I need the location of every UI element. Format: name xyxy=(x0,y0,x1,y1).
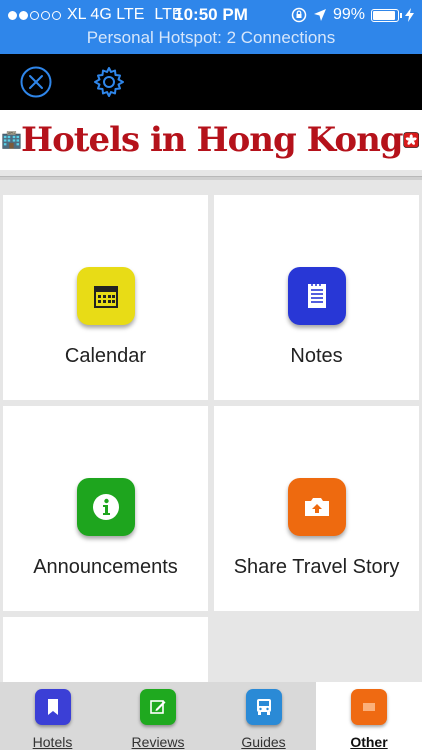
tab-label: Hotels xyxy=(32,734,73,750)
tab-guides[interactable]: Guides xyxy=(211,682,316,750)
tab-hotels[interactable]: Hotels xyxy=(0,682,105,750)
tab-other[interactable]: Other xyxy=(316,682,422,750)
tile-share-travel-story[interactable]: Share Travel Story xyxy=(214,406,419,611)
gear-icon xyxy=(94,67,124,97)
tile-label: Notes xyxy=(290,345,343,367)
tile-label: Announcements xyxy=(33,556,178,578)
tile-calendar[interactable]: Calendar xyxy=(3,195,208,400)
tile-empty xyxy=(3,617,208,683)
other-icon xyxy=(351,689,387,725)
app-banner: HOTEL Hotels in Hong Kong xyxy=(0,110,422,170)
settings-button[interactable] xyxy=(92,65,126,99)
rotation-lock-icon xyxy=(291,7,307,23)
calendar-icon xyxy=(76,267,135,325)
bottom-tab-bar: Hotels Reviews Guides Other xyxy=(0,682,422,750)
edit-icon xyxy=(140,689,176,725)
close-button[interactable] xyxy=(19,65,53,99)
info-icon xyxy=(76,478,135,536)
tile-announcements[interactable]: Announcements xyxy=(3,406,208,611)
battery-percent: 99% xyxy=(332,6,365,23)
toolbar xyxy=(0,54,422,110)
tab-label: Guides xyxy=(241,734,286,750)
signal-strength-icon xyxy=(8,10,61,20)
tab-label: Reviews xyxy=(131,734,185,750)
charging-bolt-icon xyxy=(405,8,414,22)
tab-reviews[interactable]: Reviews xyxy=(105,682,211,750)
tile-label: Share Travel Story xyxy=(233,556,400,578)
hotspot-banner[interactable]: Personal Hotspot: 2 Connections xyxy=(0,28,422,48)
location-icon xyxy=(313,9,326,21)
bus-icon xyxy=(245,689,282,725)
battery-icon xyxy=(371,8,402,22)
svg-text:HOTEL: HOTEL xyxy=(8,133,16,135)
hong-kong-flag-icon xyxy=(402,132,419,148)
tab-label: Other xyxy=(350,734,388,750)
tile-label: Calendar xyxy=(64,345,147,367)
hotel-building-icon: HOTEL xyxy=(2,131,21,149)
tile-notes[interactable]: Notes xyxy=(214,195,419,400)
clock: 10:50 PM xyxy=(174,5,248,24)
notes-icon xyxy=(287,267,346,325)
banner-divider xyxy=(0,176,422,180)
carrier-label: XL 4G LTE xyxy=(67,6,145,23)
camera-icon xyxy=(287,478,346,536)
banner-title: Hotels in Hong Kong xyxy=(20,120,404,160)
status-bar: XL 4G LTE LTE 10:50 PM 99% Personal Hots… xyxy=(0,0,422,54)
bookmark-icon xyxy=(34,689,71,725)
status-row: XL 4G LTE LTE 10:50 PM 99% xyxy=(8,4,414,26)
close-circle-icon xyxy=(20,66,52,98)
